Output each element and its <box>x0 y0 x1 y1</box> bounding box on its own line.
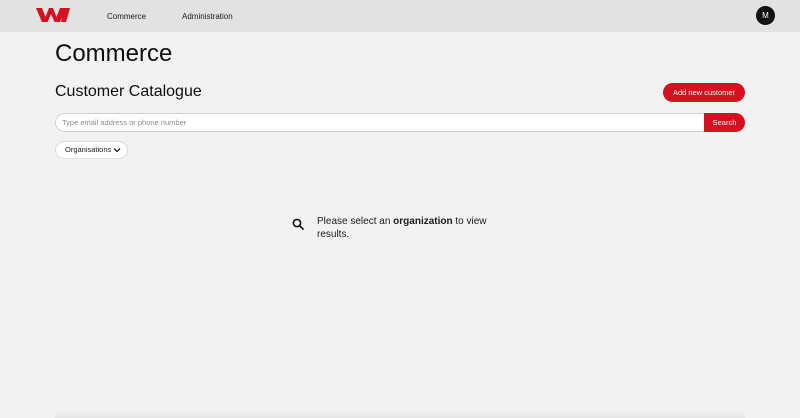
section-title: Customer Catalogue <box>55 83 202 100</box>
search-button[interactable]: Search <box>704 113 745 132</box>
chevron-down-icon <box>113 148 121 153</box>
organisations-dropdown[interactable]: Organisations <box>55 141 128 159</box>
nav-administration-link[interactable]: Administration <box>182 12 233 21</box>
page-title: Commerce <box>55 40 173 67</box>
search-bar: Search <box>55 113 745 132</box>
empty-state-text-start: Please select an <box>317 216 394 227</box>
empty-state-message: Please select an organization to view re… <box>317 215 497 241</box>
nav-commerce-link[interactable]: Commerce <box>107 12 146 21</box>
search-input[interactable] <box>55 113 704 132</box>
organisations-dropdown-label: Organisations <box>65 145 112 154</box>
content-footer-edge <box>55 410 745 418</box>
brand-logo[interactable] <box>36 8 70 22</box>
user-avatar[interactable]: M <box>756 6 775 25</box>
top-navigation-bar: Commerce Administration M <box>0 0 800 32</box>
empty-state-text-bold: organization <box>393 216 453 227</box>
add-new-customer-button[interactable]: Add new customer <box>663 83 745 102</box>
search-icon <box>292 218 304 230</box>
